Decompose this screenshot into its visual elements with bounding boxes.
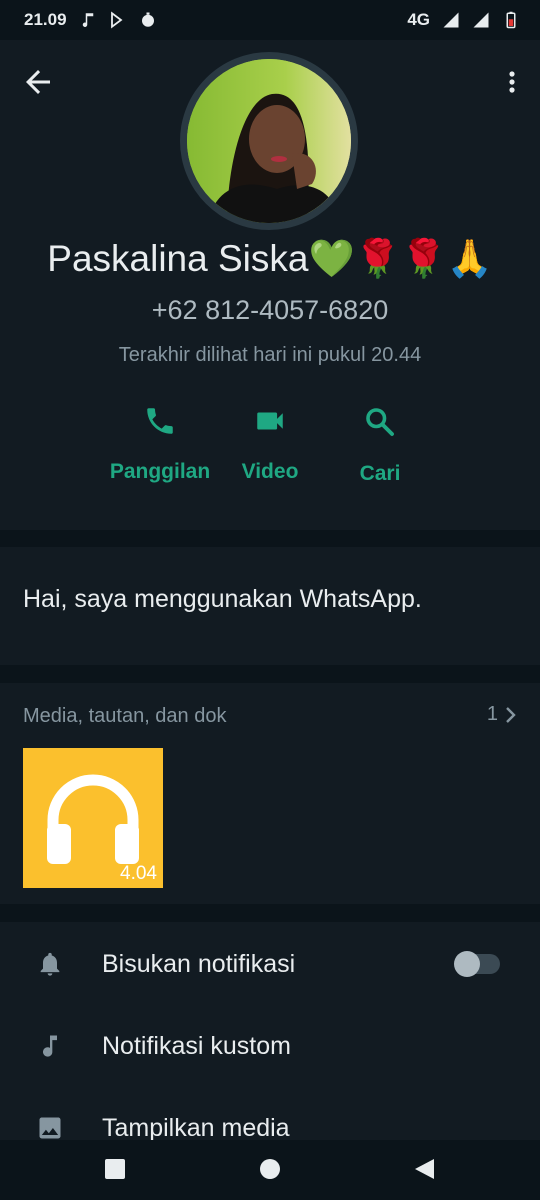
- media-section: Media, tautan, dan dok 1 4.04: [0, 683, 540, 904]
- video-label: Video: [241, 460, 299, 483]
- music-note-icon: [82, 13, 93, 27]
- system-nav-bar: [0, 1140, 540, 1200]
- media-visibility-label: Tampilkan media: [102, 1114, 290, 1140]
- avatar-frame[interactable]: [180, 52, 358, 230]
- mute-notifications-label: Bisukan notifikasi: [102, 950, 296, 978]
- mute-notifications-toggle[interactable]: [454, 951, 500, 977]
- mute-notifications-row[interactable]: Bisukan notifikasi: [0, 924, 540, 1004]
- timer-icon: [141, 12, 154, 27]
- audio-media-thumbnail[interactable]: 4.04: [23, 748, 163, 888]
- toggle-knob: [454, 951, 480, 977]
- contact-phone: +62 812-4057-6820: [151, 295, 389, 325]
- network-type: 4G: [407, 10, 430, 29]
- video-camera-icon: [257, 412, 283, 430]
- avatar[interactable]: [187, 59, 351, 223]
- home-circle-icon[interactable]: [259, 1158, 281, 1180]
- call-label: Panggilan: [109, 460, 211, 483]
- media-count: 1: [486, 703, 498, 725]
- search-icon: [366, 408, 394, 436]
- contact-name: Paskalina Siska💚🌹🌹🙏: [47, 238, 493, 279]
- status-time: 21.09: [24, 10, 67, 29]
- custom-notifications-row[interactable]: Notifikasi kustom: [0, 1006, 540, 1086]
- status-bar-left: 21.09: [24, 10, 157, 30]
- search-label: Cari: [359, 462, 401, 485]
- bell-icon: [40, 952, 60, 976]
- status-bar: 21.09 4G: [0, 0, 540, 40]
- settings-list: Bisukan notifikasi Notifikasi kustom Tam…: [0, 922, 540, 1140]
- signal-icon: [443, 12, 459, 28]
- media-count-link[interactable]: 1: [487, 703, 518, 726]
- signal-icon-2: [473, 12, 489, 28]
- arrow-left-icon[interactable]: [20, 64, 56, 100]
- custom-notifications-label: Notifikasi kustom: [102, 1032, 291, 1060]
- audio-duration: 4.04: [120, 863, 157, 884]
- image-icon: [39, 1117, 61, 1139]
- phone-icon: [147, 408, 173, 434]
- more-vert-icon[interactable]: [500, 64, 524, 100]
- music-note-icon: [43, 1035, 57, 1057]
- battery-low-icon: [506, 11, 516, 29]
- status-bar-right: 4G: [407, 10, 520, 30]
- recents-square-icon[interactable]: [104, 1158, 126, 1180]
- back-triangle-icon[interactable]: [413, 1158, 435, 1180]
- about-text: Hai, saya menggunakan WhatsApp.: [23, 585, 422, 613]
- video-call-button[interactable]: Video: [215, 404, 325, 484]
- media-title: Media, tautan, dan dok: [23, 705, 227, 727]
- last-seen-status: Terakhir dilihat hari ini pukul 20.44: [118, 344, 422, 366]
- contact-info-header: Paskalina Siska💚🌹🌹🙏 +62 812-4057-6820 Te…: [0, 40, 540, 530]
- media-visibility-row[interactable]: Tampilkan media: [0, 1088, 540, 1140]
- about-section[interactable]: Hai, saya menggunakan WhatsApp.: [0, 547, 540, 665]
- play-store-icon: [110, 11, 123, 29]
- chevron-right-icon: [506, 706, 516, 723]
- call-button[interactable]: Panggilan: [105, 404, 215, 484]
- avatar-photo: [187, 59, 351, 223]
- search-button[interactable]: Cari: [325, 404, 435, 486]
